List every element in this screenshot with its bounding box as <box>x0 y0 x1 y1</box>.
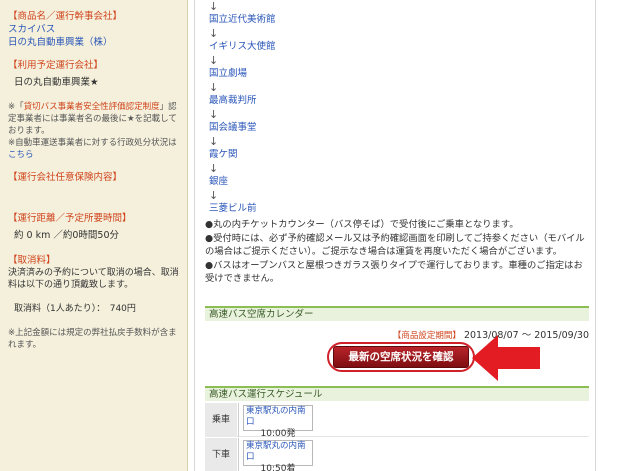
route-arrow: ↓ <box>209 162 219 175</box>
route-arrow: ↓ <box>209 81 219 94</box>
boarding-notes: ●丸の内チケットカウンター（バス停そば）で受付後にご乗車となります。 ●受付時に… <box>205 218 591 286</box>
route-arrow: ↓ <box>209 0 219 13</box>
route-stop[interactable]: 銀座 <box>209 175 449 189</box>
route-stop[interactable]: 最高裁判所 <box>209 94 449 108</box>
product-company-link[interactable]: 日の丸自動車興業（株） <box>8 36 179 49</box>
cancel-title: 【取消料】 <box>8 255 56 266</box>
cert-note-prefix: ※「 <box>8 102 24 112</box>
distance-title: 【運行距離／予定所要時間】 <box>8 213 132 224</box>
cancel-fee: 取消料（1人あたり）： 740円 <box>14 304 136 314</box>
route-stop[interactable]: 国立劇場 <box>209 67 449 81</box>
insurance-title[interactable]: 【運行会社任意保険内容】 <box>8 171 179 184</box>
cancel-desc: 決済済みの予約について取消の場合、取消料は以下の通り頂戴致します。 <box>8 268 179 290</box>
cancel-note: ※上記金額には規定の弊社払戻手数料が含まれます。 <box>8 328 177 350</box>
admin-note-link[interactable]: こちら <box>8 150 34 160</box>
note-line-1: ●丸の内チケットカウンター（バス停そば）で受付後にご乗車となります。 <box>205 219 519 230</box>
operator-name: 日の丸自動車興業★ <box>14 77 99 88</box>
board-stop-link[interactable]: 東京駅丸の内南口 <box>244 406 312 428</box>
board-stop-box: 東京駅丸の内南口 10:00発 <box>243 405 313 439</box>
alight-label: 下車 <box>205 438 237 471</box>
sidebar: 【商品名／運行幹事会社】 スカイバス 日の丸自動車興業（株） 【利用予定運行会社… <box>0 0 188 471</box>
route-stop[interactable]: 国会議事堂 <box>209 121 449 135</box>
product-name-link[interactable]: スカイバス <box>8 23 179 36</box>
admin-note-text: ※自動車運送事業者に対する行政処分状況は <box>8 138 177 148</box>
note-line-3: ●バスはオープンバスと屋根つきガラス張りタイプで運行しております。車種のご指定は… <box>205 259 583 285</box>
schedule-row-board: 乗車 東京駅丸の内南口 10:00発 <box>205 403 589 439</box>
cert-program-link[interactable]: 貸切バス事業者安全性評価認定制度 <box>24 102 160 112</box>
product-title: 【商品名／運行幹事会社】 <box>8 11 123 22</box>
board-label: 乗車 <box>205 403 237 437</box>
route-arrow: ↓ <box>209 54 219 67</box>
divider <box>238 403 239 437</box>
route-arrow: ↓ <box>209 189 219 202</box>
alight-time: 10:50着 <box>260 464 296 471</box>
route-stop[interactable]: イギリス大使館 <box>209 40 449 54</box>
alight-stop-link[interactable]: 東京駅丸の内南口 <box>244 441 312 463</box>
operator-title: 【利用予定運行会社】 <box>8 60 104 71</box>
route-stop[interactable]: 国立近代美術館 <box>209 13 449 27</box>
route-stop[interactable]: 三菱ビル前 <box>209 202 449 216</box>
schedule-row-alight: 下車 東京駅丸の内南口 10:50着 <box>205 438 589 471</box>
alight-stop-box: 東京駅丸の内南口 10:50着 <box>243 440 313 471</box>
route-list: ↓ 国立近代美術館 ↓ イギリス大使館 ↓ 国立劇場 ↓ 最高裁判所 ↓ 国会議… <box>209 0 449 216</box>
calendar-heading: 高速バス空席カレンダー <box>205 306 589 321</box>
admin-note: ※自動車運送事業者に対する行政処分状況はこちら <box>8 137 179 161</box>
route-arrow: ↓ <box>209 108 219 121</box>
main-panel: ↓ 国立近代美術館 ↓ イギリス大使館 ↓ 国立劇場 ↓ 最高裁判所 ↓ 国会議… <box>194 0 596 471</box>
cert-note: ※「貸切バス事業者安全性評価認定制度」認定事業者には事業者名の最後に★を記載して… <box>8 101 179 137</box>
schedule-heading: 高速バス運行スケジュール <box>205 386 589 401</box>
distance-value: 約 0 km ／約0時間50分 <box>14 230 119 241</box>
main-content: ↓ 国立近代美術館 ↓ イギリス大使館 ↓ 国立劇場 ↓ 最高裁判所 ↓ 国会議… <box>189 0 620 471</box>
route-arrow: ↓ <box>209 135 219 148</box>
route-stop[interactable]: 霞ケ関 <box>209 148 449 162</box>
check-availability-button[interactable]: 最新の空席状況を確認 <box>333 346 469 368</box>
pointer-arrow-icon <box>472 335 540 381</box>
divider <box>238 438 239 471</box>
period-label: 【商品設定期間】 <box>392 331 461 341</box>
note-line-2: ●受付時には、必ず予約確認メール又は予約確認画面を印刷してご持参ください（モバイ… <box>205 232 585 258</box>
route-arrow: ↓ <box>209 27 219 40</box>
